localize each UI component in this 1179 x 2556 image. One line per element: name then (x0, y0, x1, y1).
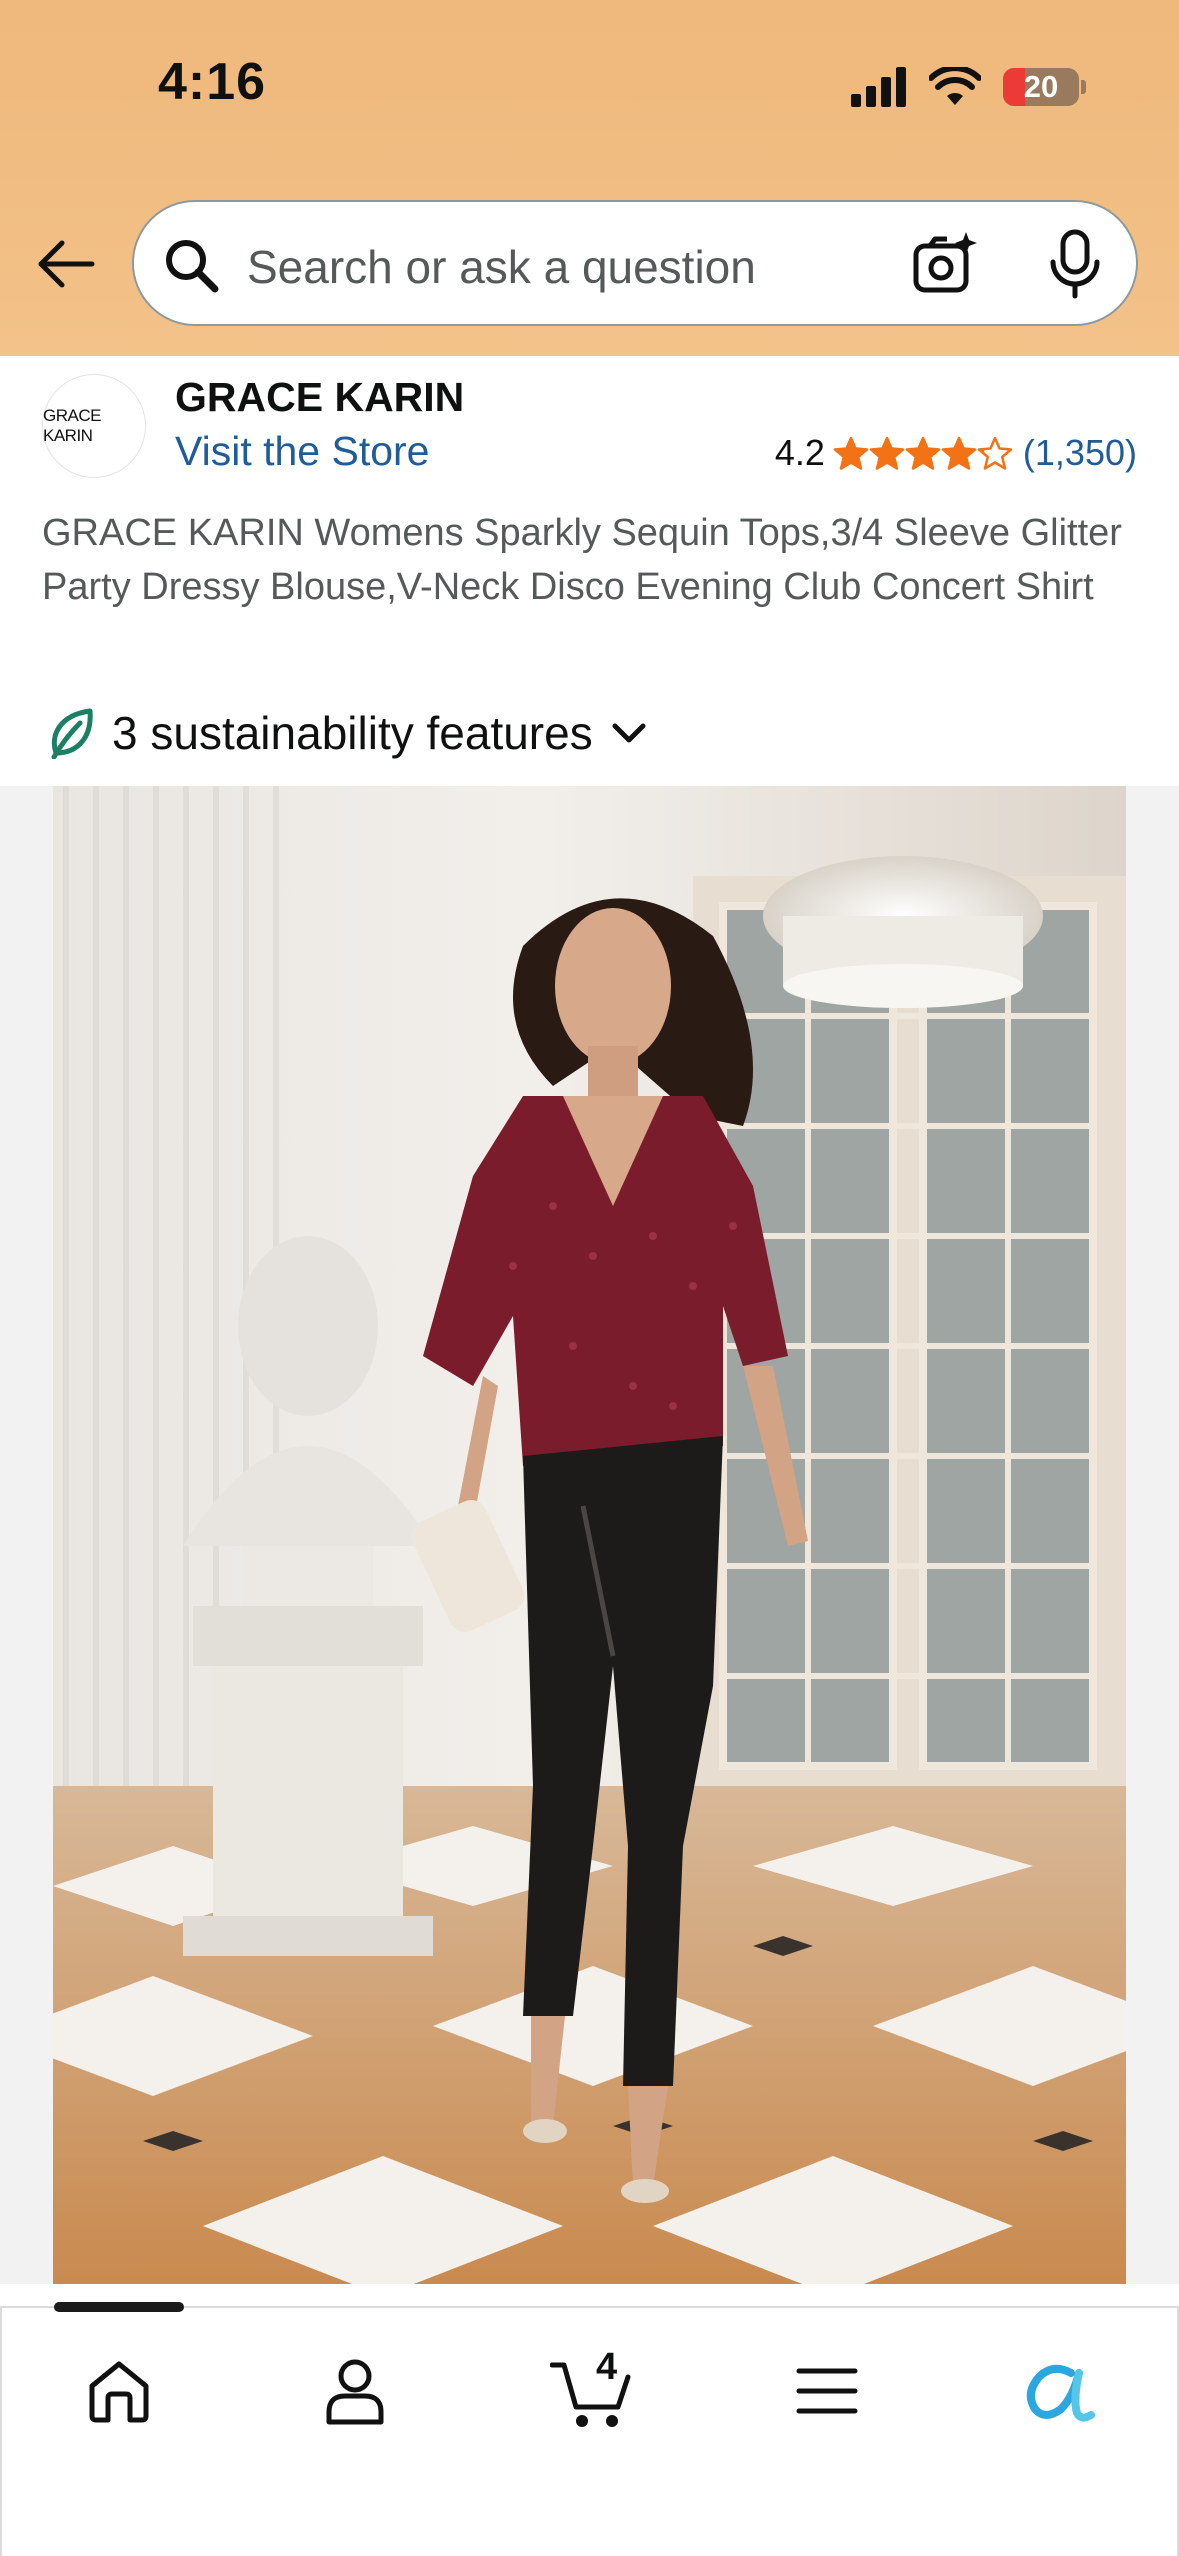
home-icon (89, 2361, 149, 2423)
product-image-gallery[interactable] (0, 786, 1179, 2284)
app-header: 4:16 20 Search or ask a question (0, 0, 1179, 356)
sustainability-label: 3 sustainability features (112, 707, 593, 759)
battery-indicator: 20 (1003, 68, 1086, 106)
tab-menu[interactable] (782, 2346, 872, 2436)
cart-icon (550, 2362, 631, 2427)
tab-account[interactable] (310, 2346, 400, 2436)
search-bar[interactable]: Search or ask a question (132, 200, 1138, 326)
star-icon (905, 436, 941, 470)
menu-icon (796, 2368, 858, 2414)
tab-home[interactable] (74, 2346, 164, 2436)
chevron-down-icon (612, 723, 646, 743)
battery-level: 20 (1023, 69, 1059, 104)
star-rating (833, 436, 1013, 470)
microphone-icon[interactable] (1045, 228, 1105, 300)
product-image[interactable] (53, 786, 1126, 2284)
review-count[interactable]: (1,350) (1023, 432, 1137, 474)
back-button[interactable] (34, 232, 98, 296)
bottom-tab-bar: 4 (0, 2302, 1179, 2556)
star-icon (941, 436, 977, 470)
sustainability-features-toggle[interactable]: 3 sustainability features (48, 706, 647, 760)
star-icon (833, 436, 869, 470)
tab-cart[interactable]: 4 (547, 2346, 637, 2436)
product-title: GRACE KARIN Womens Sparkly Sequin Tops,3… (42, 512, 1122, 608)
back-arrow-icon (38, 240, 95, 288)
search-icon (166, 240, 219, 293)
rufus-icon (1026, 2364, 1095, 2422)
search-input[interactable]: Search or ask a question (247, 240, 756, 294)
rating-summary[interactable]: 4.2 (1,350) (775, 432, 1137, 474)
cart-count-badge: 4 (596, 2346, 618, 2388)
brand-name: GRACE KARIN (175, 374, 465, 420)
rating-value: 4.2 (774, 432, 825, 473)
tab-rufus[interactable] (1014, 2346, 1104, 2436)
cellular-signal-icon (851, 67, 906, 107)
camera-search-icon[interactable] (910, 230, 980, 300)
status-time: 4:16 (158, 53, 267, 111)
account-icon (326, 2359, 384, 2425)
visit-store-link[interactable]: Visit the Store (175, 428, 430, 475)
leaf-icon (51, 708, 93, 759)
status-icons: 20 (851, 62, 1086, 112)
brand-logo-text: GRACE KARIN (43, 406, 101, 445)
brand-logo[interactable]: GRACE KARIN (42, 374, 146, 478)
active-tab-indicator (54, 2302, 184, 2312)
wifi-icon (929, 67, 981, 105)
star-icon (977, 436, 1013, 470)
star-icon (869, 436, 905, 470)
